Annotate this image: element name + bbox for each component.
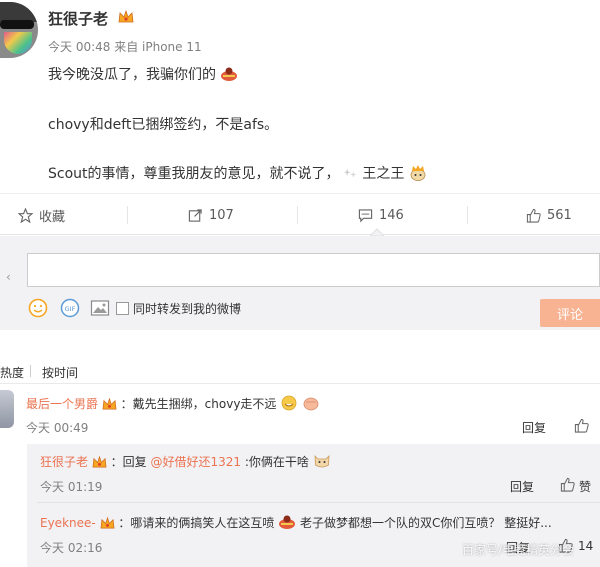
post-line-1: 我今晚没瓜了，我骗你们的 [48,64,238,84]
svg-text:GIF: GIF [65,305,76,313]
like-button[interactable]: 561 [526,194,572,236]
emoji-doge-crown-icon [410,165,426,181]
emoji-fist-icon [303,397,319,411]
comment-input[interactable] [27,253,600,287]
avatar[interactable] [0,2,38,58]
reply-username[interactable]: Eyeknee- [40,516,96,530]
reply-mention-link[interactable]: @好借好还1321 [151,455,242,469]
post-line-2: chovy和deft已捆绑签约，不是afs。 [48,117,279,133]
favorite-label: 收藏 [39,209,66,225]
comment-item: 最后一个男爵 ：戴先生捆绑，chovy走不远 [26,395,320,412]
image-upload-icon[interactable] [90,299,110,317]
post-text-3: Scout的事情，尊重我朋友的意见，就不说了， [48,166,340,182]
sort-divider-line [0,383,600,384]
emoji-cat-icon [314,454,330,468]
watermark: 百家号/电竞精英分会 [462,543,575,557]
avatar-beard [4,32,32,54]
comment-text: ：戴先生捆绑，chovy走不远 [120,397,277,411]
action-divider [127,206,128,224]
repost-icon [188,208,202,222]
submit-comment-button[interactable]: 评论 [540,299,600,327]
repost-checkbox[interactable] [116,301,129,315]
gif-icon[interactable]: GIF [60,298,80,318]
reply-item: Eyeknee- ：哪请来的俩搞笑人在这互喷 老子做梦都想一个队的双C你们互喷？… [40,514,552,531]
action-divider [467,206,468,224]
vip-crown-icon [102,397,117,410]
emoji-grin-icon [281,395,297,411]
comment-time: 今天 00:49 [26,421,89,435]
post-action-bar: 收藏 107 146 561 [0,193,600,235]
comment-count: 146 [379,207,404,223]
repost-button[interactable]: 107 [188,194,234,236]
repost-count: 107 [209,207,234,223]
reply-time: 今天 02:16 [40,541,103,555]
reply-prefix: ：回复 [110,455,147,469]
collapse-arrow-icon[interactable]: ‹ [6,270,11,284]
post-username[interactable]: 狂很子老 [48,8,108,29]
sort-hot-tab[interactable]: 热度 [0,364,24,381]
avatar-glasses [0,20,34,29]
comment-composer: ‹ GIF 同时转发到我的微博 评论 [0,236,600,330]
reply-item: 狂很子老 ：回复 @好借好还1321 :你俩在干啥 [40,453,331,470]
reply-reply-button[interactable]: 回复 [510,478,534,495]
comment-avatar[interactable] [0,390,14,428]
repost-checkbox-label: 同时转发到我的微博 [133,301,242,316]
thumbs-up-icon [526,208,541,223]
comment-like-icon[interactable] [574,418,589,433]
reply-username[interactable]: 狂很子老 [40,455,88,469]
avatar-hair [0,2,38,22]
vip-crown-icon [92,455,107,468]
reply-like-count: 14 [578,539,594,553]
reply-like-label[interactable]: 赞 [579,478,591,495]
vip-crown-icon [100,516,114,529]
reply-time: 今天 01:19 [40,480,103,494]
favorite-button[interactable]: 收藏 [18,194,65,236]
post-line-3: Scout的事情，尊重我朋友的意见，就不说了， 王之王 [48,163,427,183]
comment-reply-button[interactable]: 回复 [522,419,546,436]
emoji-picker-icon[interactable] [28,298,48,318]
reply-divider [37,502,600,503]
reply-text-continued: 老子做梦都想一个队的双C你们互喷？ 整挺好... [300,516,552,530]
star-icon [18,207,33,223]
sort-divider [30,365,31,377]
emoji-trick-icon [221,67,238,81]
comment-caret-icon [370,228,384,236]
post-meta: 今天 00:48 来自 iPhone 11 [48,40,202,54]
vip-crown-icon [118,9,134,23]
comment-icon [358,208,373,222]
emoji-sparkle-icon [343,168,357,178]
composer-tools: GIF 同时转发到我的微博 [28,298,241,318]
action-divider [297,206,298,224]
reply-text: ：哪请来的俩搞笑人在这互喷 [118,516,275,530]
comment-username[interactable]: 最后一个男爵 [26,397,98,411]
post-text-1: 我今晚没瓜了，我骗你们的 [48,67,216,83]
like-count: 561 [547,207,572,223]
comment-sort-bar: 热度 按时间 [0,358,600,382]
weibo-post: 狂很子老 今天 00:48 来自 iPhone 11 我今晚没瓜了，我骗你们的 … [0,0,600,193]
emoji-trick-icon [279,515,296,529]
reply-text: :你俩在干啥 [244,455,309,469]
post-text-king: 王之王 [362,166,405,182]
reply-like-icon[interactable] [560,477,575,492]
sort-time-tab[interactable]: 按时间 [42,364,78,381]
